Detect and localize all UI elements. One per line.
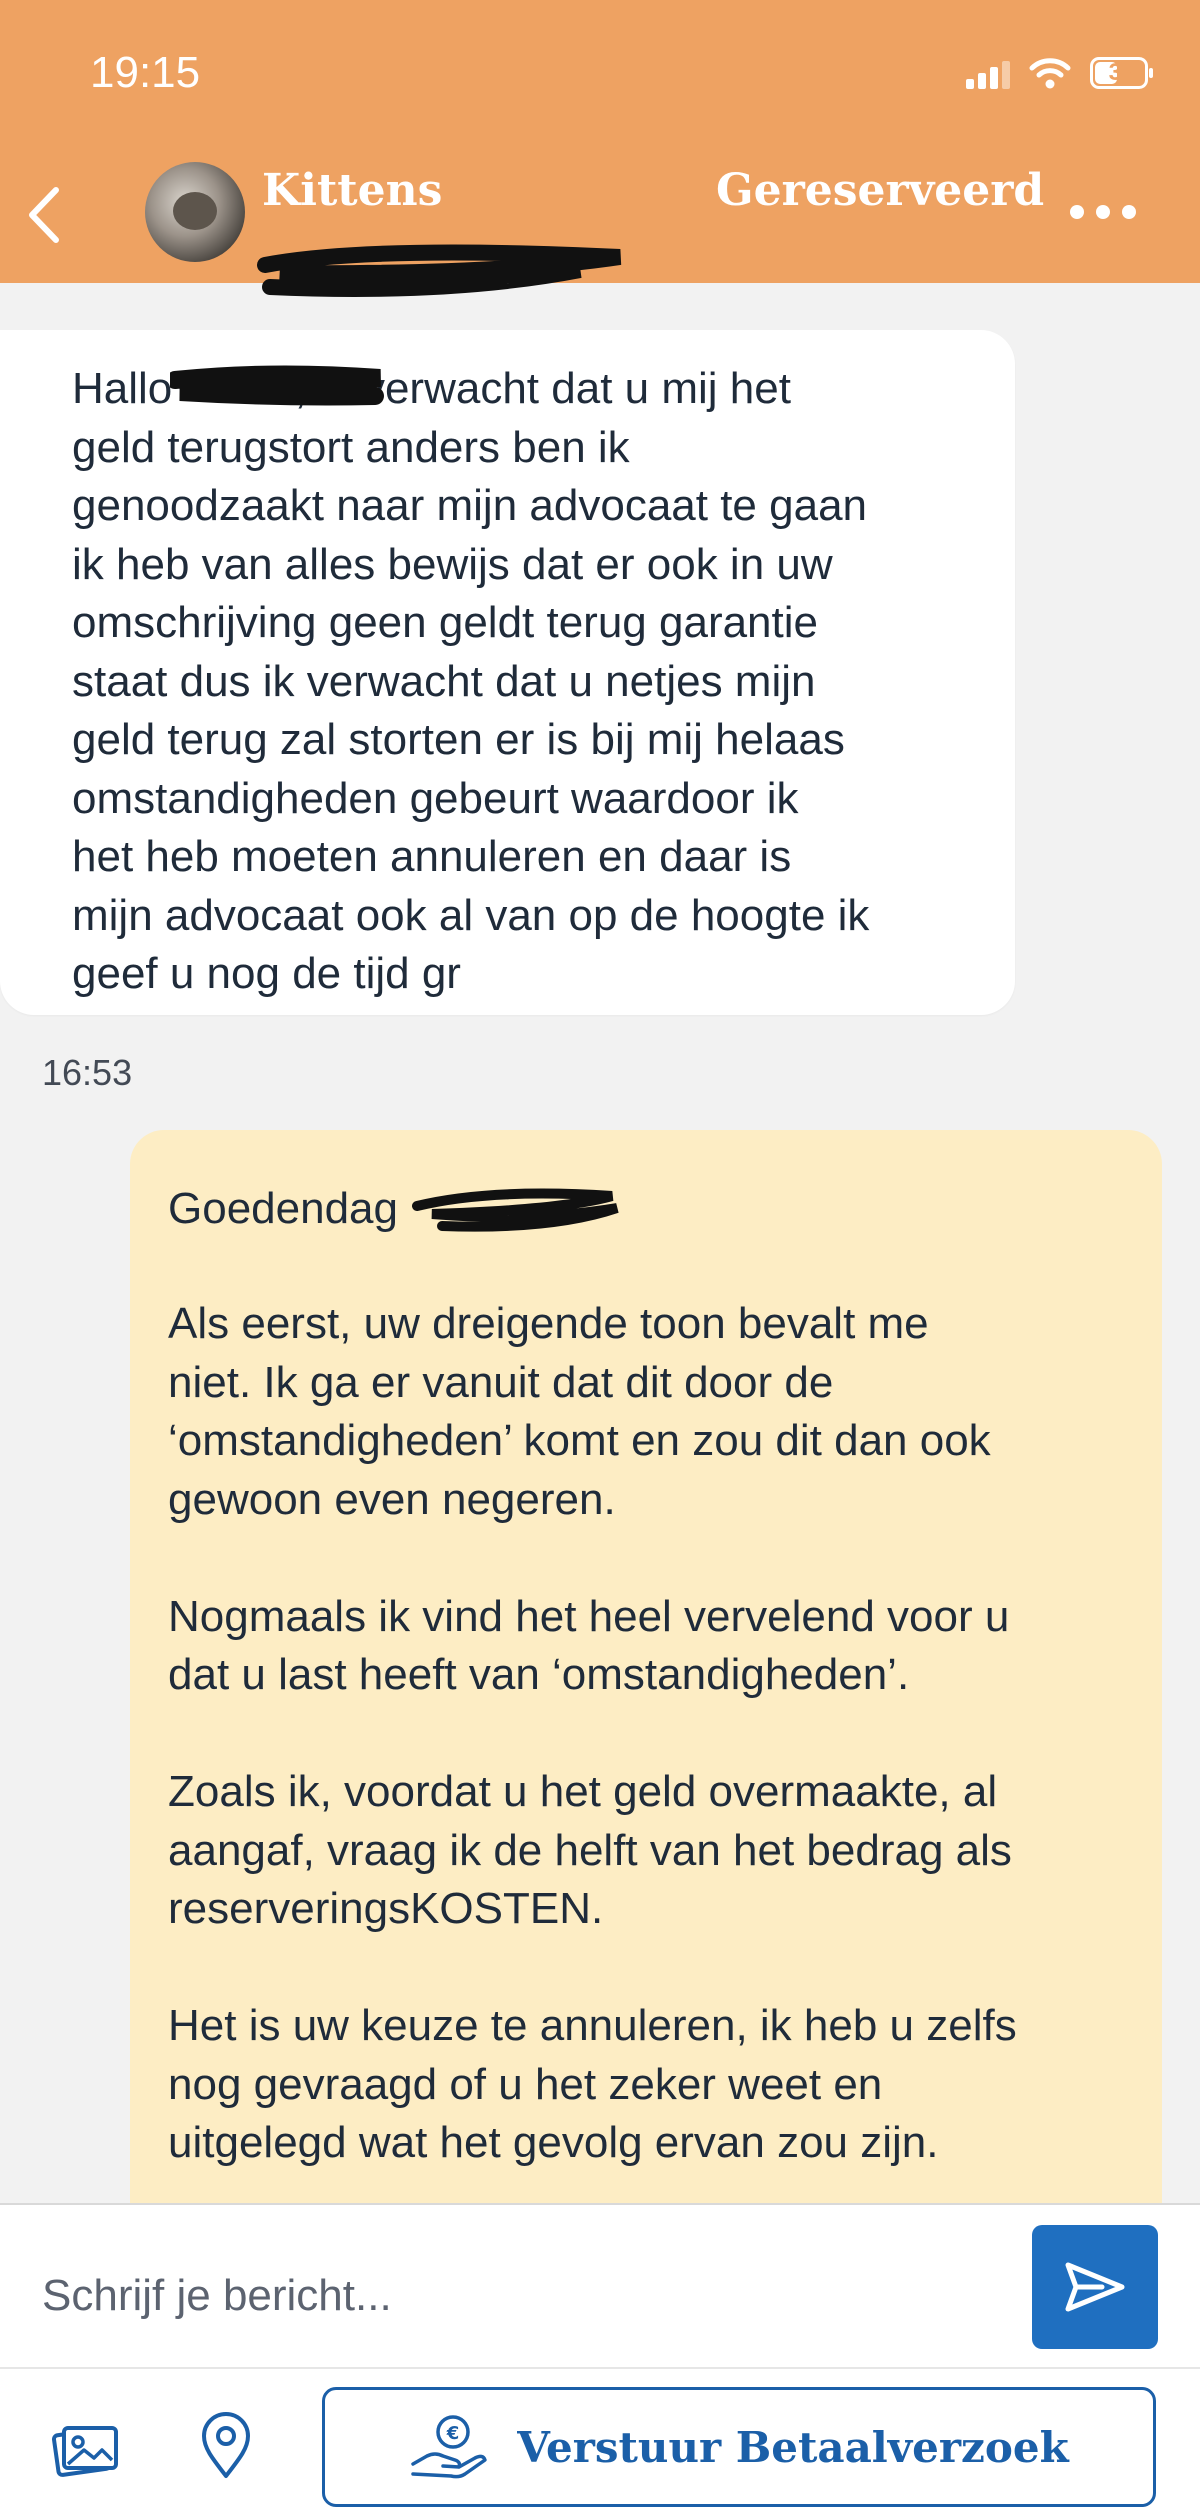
outgoing-message-bubble: Goedendag Als eerst, uw dreigende toon b… (130, 1130, 1162, 2230)
incoming-message-text: Hallo , ik verwacht dat u mij het geld t… (72, 364, 870, 998)
reservation-status: Gereserveerd (716, 165, 1045, 216)
divider (0, 2367, 1200, 2369)
wifi-icon (1029, 58, 1071, 89)
more-options-icon[interactable] (1070, 205, 1136, 219)
message-input[interactable] (40, 2265, 944, 2327)
contact-name[interactable]: Kittens (262, 165, 442, 216)
send-icon (1065, 2262, 1125, 2312)
status-time: 19:15 (90, 48, 201, 97)
redaction-scribble (170, 365, 384, 406)
back-arrow-icon[interactable] (20, 180, 70, 250)
contact-avatar[interactable] (145, 162, 245, 262)
redaction-scribble (257, 244, 622, 297)
status-icons: 37 (966, 56, 1153, 90)
photo-icon[interactable] (50, 2420, 120, 2480)
payment-request-button[interactable]: € Verstuur Betaalverzoek (322, 2387, 1156, 2507)
battery-icon: 37 (1090, 57, 1153, 89)
message-composer: € Verstuur Betaalverzoek (0, 2203, 1200, 2517)
battery-level: 37 (1108, 59, 1136, 86)
cellular-signal-icon (966, 57, 1010, 89)
location-pin-icon[interactable] (196, 2412, 256, 2482)
incoming-message-bubble: Hallo , ik verwacht dat u mij het geld t… (0, 330, 1015, 1015)
outgoing-greeting: Goedendag (168, 1184, 398, 1233)
payment-request-label: Verstuur Betaalverzoek (517, 2422, 1069, 2472)
svg-text:€: € (446, 2423, 460, 2444)
send-button[interactable] (1032, 2225, 1158, 2349)
message-timestamp: 16:53 (42, 1052, 133, 1093)
chat-header: 19:15 37 Kittens Gereserveerd (0, 0, 1200, 297)
redaction-scribble (412, 1188, 619, 1232)
outgoing-message-text: Als eerst, uw dreigende toon bevalt me n… (168, 1299, 1017, 2167)
coin-hand-icon: € (411, 2415, 488, 2479)
